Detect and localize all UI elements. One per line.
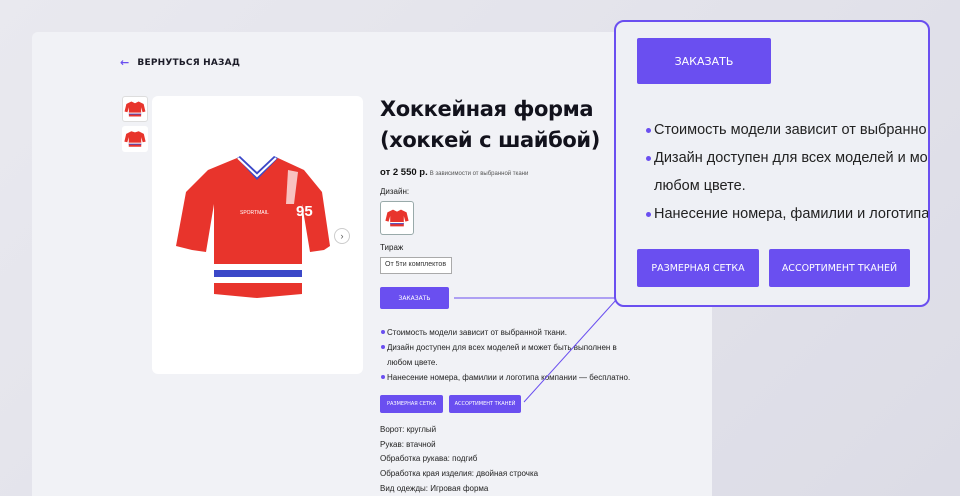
- spec-item: Ворот: круглый: [380, 425, 437, 434]
- size-chart-button-zoomed[interactable]: РАЗМЕРНАЯ СЕТКА: [637, 249, 759, 287]
- size-chart-button[interactable]: РАЗМЕРНАЯ СЕТКА: [380, 395, 443, 413]
- order-button[interactable]: ЗАКАЗАТЬ: [380, 287, 449, 309]
- spec-list: Ворот: круглый Рукав: втачной Обработка …: [380, 423, 538, 496]
- design-label: Дизайн:: [380, 187, 410, 196]
- jersey-brand-text: SPORTMAIL: [240, 210, 269, 216]
- list-item: Стоимость модели зависит от выбранной тк…: [380, 325, 640, 340]
- jersey-design-icon: [385, 209, 409, 227]
- feature-list: Стоимость модели зависит от выбранной тк…: [380, 325, 640, 385]
- next-image-button[interactable]: ›: [334, 228, 350, 244]
- list-item: любом цвете.: [654, 178, 746, 194]
- run-label: Тираж: [380, 243, 404, 252]
- list-item: Дизайн доступен для всех моделей и может…: [380, 340, 640, 370]
- list-item: Стоимость модели зависит от выбранно: [646, 116, 928, 144]
- product-title: Хоккейная форма (хоккей с шайбой) «Тайфу…: [380, 97, 600, 152]
- feature-list-zoomed: Стоимость модели зависит от выбранно Диз…: [646, 116, 928, 228]
- arrow-left-icon: ←: [120, 56, 130, 69]
- jersey-number: 95: [296, 203, 313, 220]
- fabrics-button-zoomed[interactable]: АССОРТИМЕНТ ТКАНЕЙ: [769, 249, 910, 287]
- spec-item: Обработка края изделия: двойная строчка: [380, 469, 539, 479]
- thumbnail-back[interactable]: [122, 126, 148, 152]
- run-select[interactable]: От 5ти комплектов: [380, 257, 452, 274]
- jersey-thumbnail-icon: [124, 101, 146, 117]
- spec-item: Обработка рукава: подгиб: [380, 454, 478, 464]
- product-image: SPORTMAIL 95: [152, 96, 363, 374]
- price-note: В зависимости от выбранной ткани: [429, 171, 529, 177]
- order-button-zoomed[interactable]: ЗАКАЗАТЬ: [637, 38, 771, 84]
- thumbnail-front[interactable]: [122, 96, 148, 122]
- spec-item: Вид одежды: Игровая форма: [380, 483, 489, 493]
- price-line: от 2 550 р. В зависимости от выбранной тк…: [380, 167, 528, 178]
- list-item: Нанесение номера, фамилии и логотипа ком…: [380, 370, 640, 385]
- chevron-right-icon: ›: [340, 231, 344, 241]
- fabrics-button[interactable]: АССОРТИМЕНТ ТКАНЕЙ: [449, 395, 521, 413]
- list-item: Нанесение номера, фамилии и логотипа: [646, 200, 928, 228]
- zoom-callout: ЗАКАЗАТЬ Стоимость модели зависит от выб…: [614, 20, 930, 307]
- spec-item: Рукав: втачной: [380, 439, 436, 449]
- jersey-thumbnail-icon: [124, 131, 146, 147]
- price-value: от 2 550 р.: [380, 167, 428, 178]
- back-link-label: ВЕРНУТЬСЯ НАЗАД: [137, 57, 241, 68]
- hockey-jersey-image: SPORTMAIL 95: [176, 156, 330, 298]
- back-link[interactable]: ← ВЕРНУТЬСЯ НАЗАД: [120, 56, 240, 69]
- design-option[interactable]: [380, 201, 414, 235]
- list-item: Дизайн доступен для всех моделей и мо: [646, 144, 928, 172]
